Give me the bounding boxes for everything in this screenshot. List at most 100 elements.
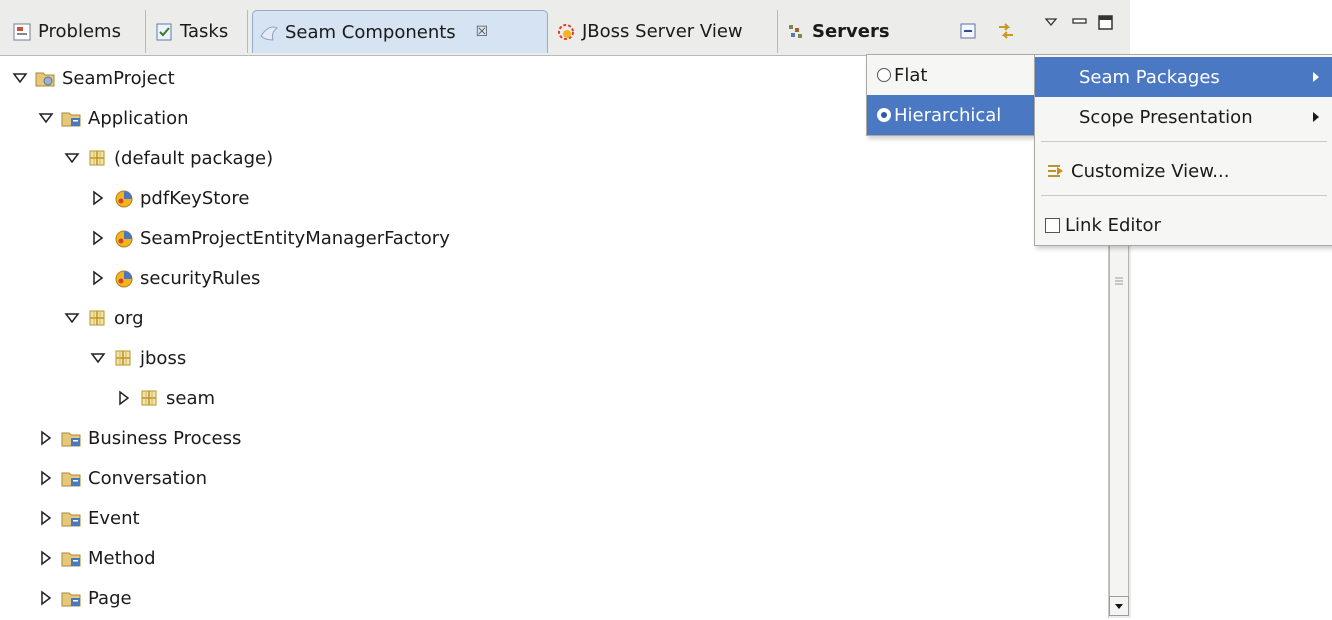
tree-item-label: jboss [140, 347, 187, 369]
tree-item[interactable]: securityRules [88, 258, 260, 298]
tree-item[interactable]: pdfKeyStore [88, 178, 249, 218]
collapsed-twisty-icon[interactable] [36, 548, 56, 568]
scope-folder-icon [60, 587, 82, 609]
tab-label: JBoss Server View [582, 21, 743, 42]
customize-view-icon [1048, 165, 1063, 177]
expanded-twisty-icon[interactable] [88, 348, 108, 368]
tree-item-label: Conversation [88, 467, 208, 489]
tree-item[interactable]: Application [36, 98, 189, 138]
package-icon [86, 147, 108, 169]
menu-separator [1041, 195, 1327, 196]
view-menu-icon[interactable] [1043, 14, 1059, 30]
tree-item[interactable]: seam [114, 378, 215, 418]
hierarchical-radio [877, 108, 891, 122]
tree-item[interactable]: jboss [88, 338, 186, 378]
tab-servers[interactable]: Servers [780, 10, 916, 53]
scope-folder-icon [60, 507, 82, 529]
menu-item-customize-view[interactable]: Customize View... [1035, 151, 1332, 191]
collapsed-twisty-icon[interactable] [88, 228, 108, 248]
tasks-icon [156, 23, 172, 40]
link-with-editor-icon[interactable] [995, 20, 1017, 42]
tree-item-label: Event [88, 507, 140, 529]
scroll-down-button[interactable] [1109, 596, 1129, 616]
expanded-twisty-icon[interactable] [10, 68, 30, 88]
component-icon [112, 227, 134, 249]
tree-item[interactable]: SeamProject [10, 58, 175, 98]
collapse-all-icon[interactable] [957, 20, 979, 42]
project-icon [34, 67, 56, 89]
submenu-arrow-icon [1313, 112, 1319, 122]
flat-radio [877, 68, 891, 82]
menu-separator [1041, 141, 1327, 142]
menu-item-label: Link Editor [1065, 214, 1161, 236]
menu-item-flat[interactable]: Flat [867, 55, 1039, 95]
maximize-icon[interactable] [1097, 14, 1115, 32]
tree-item-label: SeamProject [62, 67, 175, 89]
tree-item[interactable]: Page [36, 578, 132, 618]
expanded-twisty-icon[interactable] [62, 148, 82, 168]
scrollbar-grip-icon [1115, 277, 1123, 285]
menu-item-hierarchical[interactable]: Hierarchical [867, 95, 1039, 135]
menu-item-scope-presentation[interactable]: Scope Presentation [1035, 97, 1332, 137]
collapsed-twisty-icon[interactable] [88, 268, 108, 288]
collapsed-twisty-icon[interactable] [114, 388, 134, 408]
tab-seam-components[interactable]: Seam Components ☒ [252, 10, 548, 53]
tree-item-label: Business Process [88, 427, 242, 449]
collapsed-twisty-icon[interactable] [36, 428, 56, 448]
jboss-server-icon [558, 23, 574, 40]
tree-item-label: Application [88, 107, 189, 129]
package-icon [86, 307, 108, 329]
tab-label: Servers [812, 21, 890, 42]
scope-folder-icon [60, 547, 82, 569]
tree-item-label: seam [166, 387, 216, 409]
tree-item[interactable]: SeamProjectEntityManagerFactory [88, 218, 450, 258]
tree-item[interactable]: (default package) [62, 138, 273, 178]
tab-problems[interactable]: Problems [6, 10, 146, 53]
tab-label: Problems [38, 21, 121, 42]
tab-label: Seam Components [285, 21, 456, 43]
collapsed-twisty-icon[interactable] [36, 508, 56, 528]
tree-item[interactable]: org [62, 298, 144, 338]
scope-folder-icon [60, 427, 82, 449]
collapsed-twisty-icon[interactable] [88, 188, 108, 208]
collapsed-twisty-icon[interactable] [36, 588, 56, 608]
tree-item-label: pdfKeyStore [140, 187, 250, 209]
menu-item-label: Customize View... [1071, 160, 1230, 182]
tree-item[interactable]: Event [36, 498, 140, 538]
minimize-icon[interactable] [1071, 14, 1089, 30]
tree-item-label: securityRules [140, 267, 261, 289]
menu-item-link-editor[interactable]: Link Editor [1035, 205, 1332, 245]
collapsed-twisty-icon[interactable] [36, 468, 56, 488]
scroll-down-arrow-icon [1115, 604, 1123, 609]
expanded-twisty-icon[interactable] [36, 108, 56, 128]
close-tab-icon[interactable]: ☒ [476, 24, 489, 40]
seam-packages-submenu: Flat Hierarchical [866, 54, 1040, 136]
seam-components-tree: SeamProject Application (default package) p… [0, 56, 1108, 618]
tab-tasks[interactable]: Tasks [148, 10, 248, 53]
tree-item[interactable]: Conversation [36, 458, 207, 498]
servers-icon [789, 24, 802, 38]
seam-components-icon [260, 26, 278, 41]
expanded-twisty-icon[interactable] [62, 308, 82, 328]
view-tab-bar: Problems Tasks Seam Components ☒ JBoss S… [0, 0, 1130, 56]
menu-item-label: Scope Presentation [1079, 106, 1253, 128]
package-icon [112, 347, 134, 369]
tree-item-label: SeamProjectEntityManagerFactory [140, 227, 450, 249]
submenu-arrow-icon [1313, 72, 1319, 82]
tree-item-label: Page [88, 587, 132, 609]
component-icon [112, 187, 134, 209]
tab-label: Tasks [180, 21, 229, 42]
link-editor-checkbox[interactable] [1045, 217, 1060, 233]
tree-item[interactable]: Business Process [36, 418, 241, 458]
component-icon [112, 267, 134, 289]
scope-folder-icon [60, 107, 82, 129]
tree-item[interactable]: Method [36, 538, 156, 578]
view-menu: Seam Packages Scope Presentation Customi… [1034, 54, 1332, 246]
tree-item-label: Method [88, 547, 156, 569]
scope-folder-icon [60, 467, 82, 489]
problems-icon [13, 23, 31, 40]
menu-item-seam-packages[interactable]: Seam Packages [1035, 57, 1332, 97]
tree-item-label: org [114, 307, 144, 329]
tab-jboss-server-view[interactable]: JBoss Server View [550, 10, 778, 53]
tree-item-label: (default package) [114, 147, 274, 169]
